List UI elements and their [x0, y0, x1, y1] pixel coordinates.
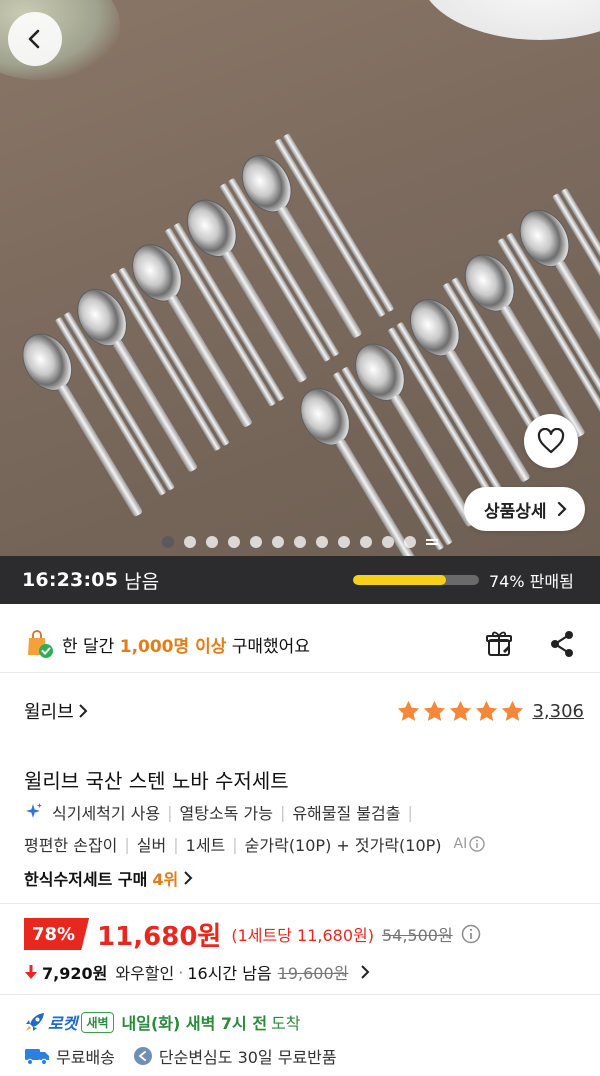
sold-progress-bar — [353, 575, 479, 585]
category-rank-link[interactable]: 한식수저세트 구매 4위 — [24, 866, 193, 890]
attribute-text: 숟가락(10P) + 젓가락(10P) — [244, 836, 442, 855]
dawn-badge: 새벽 — [81, 1011, 114, 1033]
carousel-dot[interactable] — [316, 536, 328, 548]
star-icon — [502, 700, 524, 721]
attribute-text: 평편한 손잡이 — [24, 836, 118, 855]
star-icon — [450, 700, 472, 721]
return-icon — [133, 1047, 152, 1065]
sold-percent: 74% 판매됨 — [489, 572, 574, 591]
purchase-count-row: 한 달간 1,000명 이상 구매했어요 — [24, 624, 576, 664]
star-icon — [476, 700, 498, 721]
timer-bar: 16:23:05 남음 74% 판매됨 — [0, 556, 600, 604]
shipping-row: 무료배송 단순변심도 30일 무료반품 — [24, 1042, 584, 1070]
wow-discount-label: 와우할인 — [115, 964, 175, 983]
wow-discount-amount: 7,920원 — [42, 964, 108, 983]
discount-badge: 78% — [24, 918, 90, 950]
wow-discount-time: 16시간 남음 — [187, 964, 272, 983]
brand-rating-row: 윌리브 3,306 — [24, 694, 584, 728]
cutlery-image — [22, 133, 600, 556]
carousel-dot[interactable] — [360, 536, 372, 548]
sparkle-icon — [26, 803, 42, 818]
carousel-pagination[interactable] — [0, 536, 600, 548]
attribute-text: 식기세척기 사용 — [52, 804, 161, 823]
divider — [0, 672, 600, 673]
shopping-bag-icon — [28, 630, 53, 658]
brand-link[interactable]: 윌리브 — [24, 698, 88, 724]
attribute-separator: | — [173, 834, 179, 854]
attribute-text: 실버 — [136, 836, 167, 855]
chevron-right-icon — [557, 501, 567, 517]
attribute-separator: | — [124, 834, 130, 854]
carousel-dot[interactable] — [228, 536, 240, 548]
product-detail-label: 상품상세 — [484, 501, 547, 522]
rating-stars[interactable]: 3,306 — [396, 699, 584, 724]
countdown-time: 16:23:05 — [22, 569, 119, 591]
carousel-dot[interactable] — [206, 536, 218, 548]
countdown-label: 남음 — [124, 570, 160, 593]
delivery-arrive: 도착 — [271, 1014, 301, 1033]
carousel-dot[interactable] — [162, 536, 174, 548]
attribute-separator: | — [232, 834, 238, 854]
free-shipping: 무료배송 — [56, 1048, 115, 1067]
review-count[interactable]: 3,306 — [532, 701, 584, 722]
carousel-dot[interactable] — [382, 536, 394, 548]
heart-icon — [537, 428, 565, 454]
truck-icon — [25, 1049, 49, 1066]
chevron-right-icon — [361, 965, 370, 979]
attribute-separator: | — [279, 802, 286, 822]
carousel-dot[interactable] — [250, 536, 262, 548]
product-title: 윌리브 국산 스텐 노바 수저세트 — [24, 769, 289, 793]
unit-price: (1세트당 11,680원) — [231, 926, 374, 945]
info-icon[interactable] — [461, 924, 481, 944]
back-button[interactable] — [8, 12, 62, 66]
attribute-text: 1세트 — [185, 836, 226, 855]
chevron-right-icon — [184, 871, 193, 885]
chevron-right-icon — [78, 704, 88, 718]
rocket-icon — [26, 1013, 44, 1031]
divider — [0, 903, 600, 904]
product-attributes-line-2: 평편한 손잡이 | 실버 | 1세트 | 숟가락(10P) + 젓가락(10P) AI — [24, 832, 485, 856]
delivery-date: 내일(화) 새벽 7시 전 — [121, 1014, 268, 1033]
carousel-dot[interactable] — [294, 536, 306, 548]
gallery-grid-icon[interactable] — [426, 536, 438, 548]
ai-badge[interactable]: AI — [454, 836, 486, 852]
product-image-carousel[interactable]: 상품상세 — [0, 0, 600, 556]
carousel-dot[interactable] — [338, 536, 350, 548]
star-icon — [398, 700, 420, 721]
carousel-dot[interactable] — [272, 536, 284, 548]
wishlist-button[interactable] — [524, 414, 578, 468]
rocket-label: 로켓 — [48, 1014, 78, 1033]
delivery-row: 로켓 새벽 내일(화) 새벽 7시 전 도착 — [24, 1008, 584, 1036]
free-return: 단순변심도 30일 무료반품 — [158, 1048, 337, 1067]
rank-number: 4위 — [152, 870, 179, 889]
share-icon[interactable] — [548, 629, 576, 659]
carousel-dot[interactable] — [184, 536, 196, 548]
wow-original-price: 19,600원 — [277, 964, 349, 983]
attribute-text: 열탕소독 가능 — [179, 804, 273, 823]
rank-label: 한식수저세트 구매 — [24, 870, 148, 889]
carousel-dot[interactable] — [404, 536, 416, 548]
sale-price: 11,680원 — [97, 921, 222, 952]
attribute-separator: | — [407, 802, 413, 822]
brand-name: 윌리브 — [24, 702, 74, 723]
star-icon — [424, 700, 446, 721]
product-detail-button[interactable]: 상품상세 — [464, 487, 585, 531]
attribute-text: 유해물질 불검출 — [292, 804, 401, 823]
chevron-left-icon — [28, 29, 40, 49]
purchase-count-text: 한 달간 1,000명 이상 구매했어요 — [62, 636, 310, 657]
separator-dot: · — [178, 962, 184, 982]
product-attributes-line-1: 식기세척기 사용 | 열탕소독 가능 | 유해물질 불검출 | — [24, 800, 420, 824]
attribute-separator: | — [167, 802, 173, 822]
arrow-down-icon — [25, 965, 37, 979]
price-row: 78% 11,680원 (1세트당 11,680원) 54,500원 — [24, 916, 584, 952]
wow-discount-row[interactable]: 7,920원 와우할인 · 16시간 남음 19,600원 — [24, 958, 584, 986]
info-icon — [469, 836, 485, 852]
divider — [0, 994, 600, 995]
original-price: 54,500원 — [381, 926, 453, 945]
gift-icon[interactable] — [484, 629, 514, 659]
